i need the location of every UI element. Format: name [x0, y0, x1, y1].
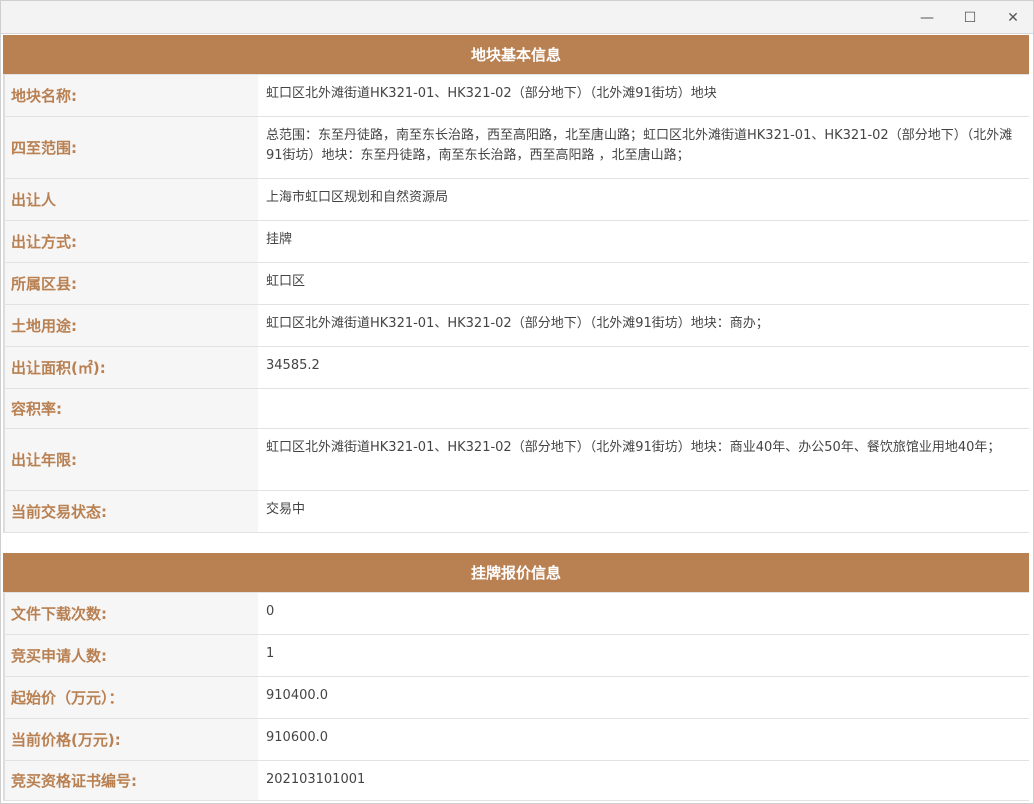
field-value: 上海市虹口区规划和自然资源局: [258, 179, 1029, 220]
table-row: 当前交易状态: 交易中: [3, 491, 1029, 533]
table-row: 土地用途: 虹口区北外滩街道HK321-01、HK321-02（部分地下）（北外滩…: [3, 305, 1029, 347]
table-row: 起始价（万元）： 910400.0: [3, 677, 1029, 719]
field-value: [258, 389, 1029, 428]
field-label: 地块名称:: [3, 75, 258, 116]
close-icon: ✕: [1007, 9, 1019, 26]
field-value: 0: [258, 593, 1029, 634]
table-row: 四至范围: 总范围：东至丹徒路，南至东长治路，西至高阳路，北至唐山路；虹口区北外滩…: [3, 117, 1029, 179]
field-label: 出让面积(㎡):: [3, 347, 258, 388]
table-row: 出让方式: 挂牌: [3, 221, 1029, 263]
field-label: 竞买申请人数:: [3, 635, 258, 676]
table-row: 竞买申请人数: 1: [3, 635, 1029, 677]
table-row: 所属区县: 虹口区: [3, 263, 1029, 305]
field-label: 出让年限:: [3, 429, 258, 490]
field-label: 土地用途:: [3, 305, 258, 346]
field-value: 34585.2: [258, 347, 1029, 388]
field-label: 所属区县:: [3, 263, 258, 304]
field-value: 1: [258, 635, 1029, 676]
field-label: 出让方式:: [3, 221, 258, 262]
table-row: 地块名称: 虹口区北外滩街道HK321-01、HK321-02（部分地下）（北外滩…: [3, 75, 1029, 117]
field-label: 竞买资格证书编号:: [3, 761, 258, 800]
content: 地块基本信息 地块名称: 虹口区北外滩街道HK321-01、HK321-02（部分地…: [3, 35, 1029, 801]
field-value: 虹口区北外滩街道HK321-01、HK321-02（部分地下）（北外滩91街坊）…: [258, 429, 1029, 490]
minimize-icon: —: [920, 9, 934, 26]
field-label: 文件下载次数:: [3, 593, 258, 634]
table-row: 容积率:: [3, 389, 1029, 429]
table-row: 出让人 上海市虹口区规划和自然资源局: [3, 179, 1029, 221]
table-row: 文件下载次数: 0: [3, 593, 1029, 635]
field-label: 当前交易状态:: [3, 491, 258, 532]
field-value: 交易中: [258, 491, 1029, 532]
table-row: 竞买资格证书编号: 202103101001: [3, 761, 1029, 801]
field-value: 910600.0: [258, 719, 1029, 760]
close-button[interactable]: ✕: [993, 1, 1033, 34]
field-value: 虹口区北外滩街道HK321-01、HK321-02（部分地下）（北外滩91街坊）…: [258, 75, 1029, 116]
field-label: 起始价（万元）：: [3, 677, 258, 718]
field-value: 910400.0: [258, 677, 1029, 718]
table-row: 出让年限: 虹口区北外滩街道HK321-01、HK321-02（部分地下）（北外滩…: [3, 429, 1029, 491]
table-row: 出让面积(㎡): 34585.2: [3, 347, 1029, 389]
field-value: 挂牌: [258, 221, 1029, 262]
field-label: 四至范围:: [3, 117, 258, 178]
field-value: 总范围：东至丹徒路，南至东长治路，西至高阳路，北至唐山路；虹口区北外滩街道HK3…: [258, 117, 1029, 178]
section-header: 地块基本信息: [3, 35, 1029, 75]
field-label: 容积率:: [3, 389, 258, 428]
field-label: 出让人: [3, 179, 258, 220]
field-value: 202103101001: [258, 761, 1029, 800]
window: — ☐ ✕ 地块基本信息 地块名称: 虹口区北外滩街道HK321-01、HK321-…: [0, 0, 1034, 804]
section-header: 挂牌报价信息: [3, 553, 1029, 593]
table-row: 当前价格(万元): 910600.0: [3, 719, 1029, 761]
minimize-button[interactable]: —: [907, 1, 947, 34]
maximize-button[interactable]: ☐: [950, 1, 990, 34]
field-label: 当前价格(万元):: [3, 719, 258, 760]
field-value: 虹口区北外滩街道HK321-01、HK321-02（部分地下）（北外滩91街坊）…: [258, 305, 1029, 346]
title-bar: — ☐ ✕: [1, 1, 1033, 34]
maximize-icon: ☐: [963, 9, 977, 26]
field-value: 虹口区: [258, 263, 1029, 304]
